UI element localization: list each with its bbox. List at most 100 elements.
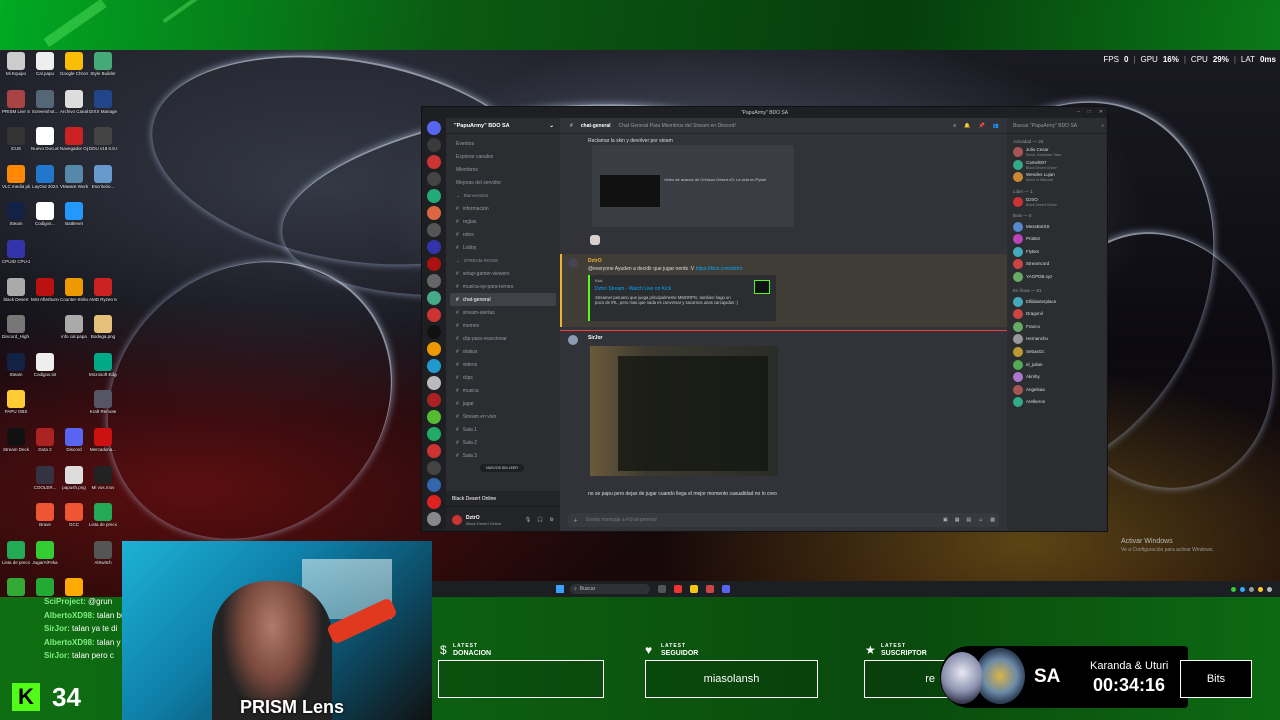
member-item[interactable]: Streamcord	[1007, 258, 1107, 271]
member-item[interactable]: Arelkeron	[1007, 396, 1107, 409]
embed-title[interactable]: Dztro Stream - Watch Live on Kick	[595, 286, 771, 292]
sidebar-item-explorar-canales[interactable]: Explorar canales	[446, 150, 560, 163]
channel-item[interactable]: # chat-general	[450, 293, 556, 306]
desktop-icon[interactable]: Stream Deck	[2, 427, 30, 466]
tray-icon[interactable]	[1258, 586, 1263, 592]
pin-icon[interactable]: 📌	[979, 123, 985, 129]
desktop-icon[interactable]: PAPU OBS	[2, 390, 30, 428]
member-item[interactable]: Julio Cesar Morat, Sebastian Yatra	[1007, 146, 1107, 159]
server-icon[interactable]	[427, 172, 441, 186]
member-item[interactable]: Camel007 Black Desert Online	[1007, 159, 1107, 172]
member-item[interactable]: FlyBot	[1007, 246, 1107, 259]
server-icon[interactable]	[427, 121, 441, 135]
desktop-icon[interactable]: Discord	[60, 427, 88, 466]
desktop-icon[interactable]: Escritorio...	[89, 164, 117, 203]
desktop-icon[interactable]: Style Builder	[89, 52, 117, 90]
channel-item[interactable]: # setup-gamer-viewers	[446, 267, 560, 280]
channel-item[interactable]: # Sala 1	[446, 423, 560, 436]
channel-item[interactable]: # clips	[446, 371, 560, 384]
desktop-icon[interactable]: Screenshot...	[31, 89, 59, 128]
message-link[interactable]: https://kick.com/dztro	[696, 266, 743, 272]
desktop-icon[interactable]: VMware Workstat...	[60, 164, 88, 203]
desktop-icon[interactable]: DIXX Manager	[89, 89, 117, 128]
server-icon[interactable]	[427, 240, 441, 254]
desktop-icon[interactable]: Cal.papu	[31, 52, 59, 90]
desktop-icon[interactable]: LayOut 2024	[31, 164, 59, 203]
server-icon[interactable]	[427, 359, 441, 373]
desktop-icon[interactable]: Codigos.txt	[31, 352, 59, 391]
bell-icon[interactable]: 🔔	[964, 123, 970, 129]
channel-item[interactable]: # musica	[446, 384, 560, 397]
avatar[interactable]	[568, 258, 578, 268]
channel-category[interactable]: ⌄ Bienvenidos	[446, 189, 560, 202]
tray-icon[interactable]	[1231, 586, 1236, 592]
desktop-icon[interactable]: JugarAlFeka	[31, 540, 59, 579]
desktop-icon[interactable]: Lista de precios Mi...	[89, 503, 117, 541]
desktop-icon[interactable]: Navegador Opera GX	[60, 127, 88, 165]
server-icon[interactable]	[427, 291, 441, 305]
message-input[interactable]: ＋ Enviar mensaje a #chat-general ▣ ▦ ▤ ☺…	[568, 513, 999, 527]
member-item[interactable]: YAGPDB.xyz	[1007, 271, 1107, 284]
emoji-icon[interactable]: ☺	[978, 517, 983, 523]
channel-item[interactable]: # información	[446, 202, 560, 215]
server-icon[interactable]	[427, 342, 441, 356]
server-icon[interactable]	[427, 478, 441, 492]
server-icon[interactable]	[427, 495, 441, 509]
gif-icon[interactable]: ▦	[955, 517, 960, 523]
desktop-icon[interactable]: Microsoft Edge	[89, 352, 117, 391]
desktop-icon[interactable]: info cal.papa	[60, 315, 88, 353]
task-view-icon[interactable]	[658, 585, 666, 593]
desktop-icon[interactable]: Imvu	[60, 578, 88, 597]
server-icon[interactable]	[427, 410, 441, 424]
channel-item[interactable]: # Lobby	[446, 241, 560, 254]
mic-icon[interactable]: 🎙	[525, 517, 531, 523]
server-icon[interactable]	[427, 512, 441, 526]
folder-icon[interactable]	[690, 585, 698, 593]
channel-item[interactable]: # Sala 3	[446, 449, 560, 462]
new-unread-badge[interactable]: NUEVOS SIN LEER	[480, 464, 524, 472]
desktop-icon[interactable]: Codigos...	[31, 202, 59, 240]
desktop-icon[interactable]: Google Chrome	[60, 52, 88, 90]
plus-icon[interactable]: ＋	[573, 517, 578, 524]
desktop-icon[interactable]: COOLER...	[31, 465, 59, 504]
desktop-icon[interactable]: black Desert	[2, 277, 30, 316]
server-icon[interactable]	[427, 393, 441, 407]
member-item[interactable]: Franco	[1007, 321, 1107, 334]
member-search[interactable]: Buscar "PapuArmy" BDO SA ⌕	[1007, 118, 1107, 134]
avatar[interactable]	[568, 335, 578, 345]
desktop-icon[interactable]: Mercadona...	[89, 427, 117, 466]
desktop-icon[interactable]: Flanders Widescreen	[31, 578, 59, 597]
desktop-icon[interactable]: PRISM Live Studio	[2, 89, 30, 128]
taskbar-search[interactable]: ⌕ Buscar	[570, 584, 650, 594]
member-item[interactable]: el_julian	[1007, 358, 1107, 371]
discord-icon[interactable]	[722, 585, 730, 593]
member-item[interactable]: SebasGc	[1007, 346, 1107, 359]
members-icon[interactable]: 👥	[993, 123, 999, 129]
channel-item[interactable]: # videos	[446, 358, 560, 371]
sidebar-item-miembros[interactable]: Miembros	[446, 163, 560, 176]
server-icon[interactable]	[427, 461, 441, 475]
member-item[interactable]: DztrO Black Desert Online	[1007, 196, 1107, 209]
message-screenshot-image[interactable]	[590, 346, 778, 476]
server-icon[interactable]	[427, 155, 441, 169]
member-item[interactable]: ProBot	[1007, 233, 1107, 246]
desktop-icon[interactable]: Brave	[31, 503, 59, 541]
member-item[interactable]: Wendes Lujan World of Warcraft	[1007, 171, 1107, 184]
desktop-icon[interactable]: Dota 2	[31, 427, 59, 466]
app-icon[interactable]	[706, 585, 714, 593]
headphones-icon[interactable]: 🎧	[537, 517, 543, 523]
member-item[interactable]: Dragonil	[1007, 308, 1107, 321]
desktop-icon[interactable]: Mi vos.mov	[89, 465, 117, 504]
gear-icon[interactable]: ⚙	[550, 517, 554, 523]
channel-item[interactable]: # memes	[446, 319, 560, 332]
sticker-icon[interactable]: ▤	[966, 517, 971, 523]
channel-item[interactable]: # stream-alertas	[446, 306, 560, 319]
wifi-icon[interactable]	[1267, 586, 1272, 592]
desktop-icon[interactable]: GCC	[60, 503, 88, 541]
maximize-icon[interactable]: □	[1088, 109, 1091, 115]
channel-item[interactable]: # Stream en vivo	[446, 410, 560, 423]
tray-icon[interactable]	[1240, 586, 1245, 592]
desktop-icon[interactable]: Discord_High...	[2, 315, 30, 353]
desktop-icon[interactable]: MSI Afterburner	[31, 277, 59, 316]
channel-item[interactable]: # roles	[446, 228, 560, 241]
